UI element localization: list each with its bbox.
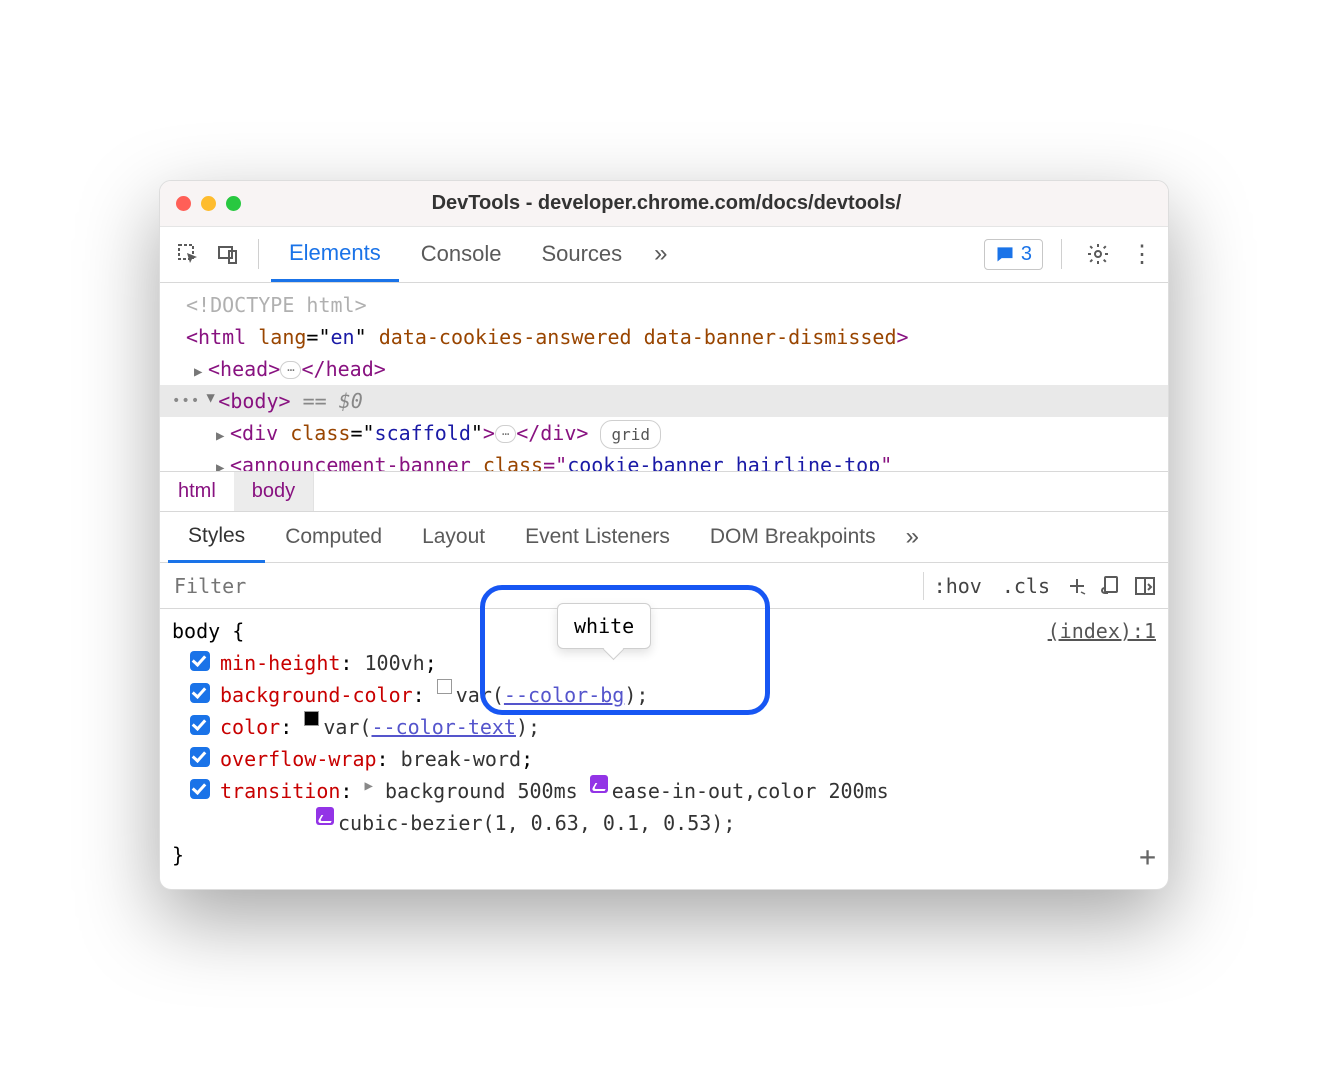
ellipsis-badge[interactable]: ⋯ xyxy=(280,361,301,379)
prop-overflow-wrap[interactable]: overflow-wrap: break-word; xyxy=(172,743,1156,775)
styles-subtabs: Styles Computed Layout Event Listeners D… xyxy=(160,511,1168,563)
gutter-dots-icon[interactable]: ••• xyxy=(172,390,200,412)
collapse-triangle-icon[interactable]: ▶ xyxy=(200,394,222,408)
dom-tree[interactable]: <!DOCTYPE html> <html lang="en" data-coo… xyxy=(160,283,1168,472)
inspect-element-icon[interactable] xyxy=(170,236,206,272)
subtab-dom-breakpoints[interactable]: DOM Breakpoints xyxy=(690,511,896,563)
tab-console[interactable]: Console xyxy=(403,226,520,282)
source-link[interactable]: (index):1 xyxy=(1048,615,1156,647)
selector-text[interactable]: body { xyxy=(172,615,244,647)
prop-min-height[interactable]: min-height: 100vh; xyxy=(172,647,1156,679)
ellipsis-badge[interactable]: ⋯ xyxy=(495,425,516,443)
crumb-html[interactable]: html xyxy=(160,472,234,511)
prop-color[interactable]: color: var(--color-text); xyxy=(172,711,1156,743)
value-tooltip: white xyxy=(557,603,651,649)
filter-input[interactable] xyxy=(160,563,923,608)
new-style-rule-icon[interactable] xyxy=(1060,568,1094,604)
main-toolbar: Elements Console Sources » 3 ⋮ xyxy=(160,227,1168,283)
issues-count: 3 xyxy=(1021,243,1032,266)
rule-close-brace: } xyxy=(172,839,1156,871)
expand-triangle-icon[interactable]: ▶ xyxy=(216,457,230,471)
expand-triangle-icon[interactable]: ▶ xyxy=(194,361,208,383)
prop-transition[interactable]: transition: ▶ background 500ms ease-in-o… xyxy=(172,775,1156,839)
tab-elements[interactable]: Elements xyxy=(271,226,399,282)
toolbar-divider xyxy=(258,239,259,269)
close-window-button[interactable] xyxy=(176,196,191,211)
add-declaration-icon[interactable]: + xyxy=(1139,835,1156,880)
bezier-editor-icon[interactable] xyxy=(316,807,334,825)
grid-badge[interactable]: grid xyxy=(600,420,661,450)
toolbar-divider xyxy=(1061,239,1062,269)
subtab-event-listeners[interactable]: Event Listeners xyxy=(505,511,690,563)
cls-button[interactable]: .cls xyxy=(992,574,1060,598)
more-tabs-icon[interactable]: » xyxy=(644,240,677,268)
css-var-link[interactable]: --color-text xyxy=(371,711,516,743)
tab-sources[interactable]: Sources xyxy=(523,226,640,282)
filter-row: :hov .cls xyxy=(160,563,1168,609)
subtab-computed[interactable]: Computed xyxy=(265,511,402,563)
toggle-checkbox[interactable] xyxy=(190,715,210,735)
devtools-window: DevTools - developer.chrome.com/docs/dev… xyxy=(159,180,1169,891)
subtab-styles[interactable]: Styles xyxy=(168,511,265,563)
crumb-body[interactable]: body xyxy=(234,472,313,511)
styles-pane: body { (index):1 min-height: 100vh; back… xyxy=(160,609,1168,889)
issues-button[interactable]: 3 xyxy=(984,239,1043,270)
more-subtabs-icon[interactable]: » xyxy=(896,523,929,551)
window-title: DevTools - developer.chrome.com/docs/dev… xyxy=(241,192,1092,215)
device-toolbar-icon[interactable] xyxy=(210,236,246,272)
subtab-layout[interactable]: Layout xyxy=(402,511,505,563)
computed-toggle-icon[interactable] xyxy=(1128,568,1162,604)
dom-body-selected[interactable]: ••• ▶ <body> == $0 xyxy=(160,385,1168,417)
dom-div-scaffold[interactable]: ▶<div class="scaffold">⋯</div> grid xyxy=(160,417,1168,450)
kebab-menu-icon[interactable]: ⋮ xyxy=(1126,240,1158,269)
toggle-checkbox[interactable] xyxy=(190,651,210,671)
toggle-checkbox[interactable] xyxy=(190,683,210,703)
dom-truncated-line[interactable]: ▶<announcement-banner class="cookie-bann… xyxy=(160,449,1168,471)
color-swatch-icon[interactable] xyxy=(437,679,452,694)
minimize-window-button[interactable] xyxy=(201,196,216,211)
dom-html-open[interactable]: <html lang="en" data-cookies-answered da… xyxy=(160,321,1168,353)
color-swatch-icon[interactable] xyxy=(304,711,319,726)
zoom-window-button[interactable] xyxy=(226,196,241,211)
css-var-link[interactable]: --color-bg xyxy=(504,679,624,711)
toggle-checkbox[interactable] xyxy=(190,779,210,799)
titlebar: DevTools - developer.chrome.com/docs/dev… xyxy=(160,181,1168,227)
breadcrumb: html body xyxy=(160,471,1168,511)
prop-background-color[interactable]: background-color: var(--color-bg); xyxy=(172,679,1156,711)
dom-head[interactable]: ▶<head>⋯</head> xyxy=(160,353,1168,385)
settings-gear-icon[interactable] xyxy=(1080,236,1116,272)
hov-button[interactable]: :hov xyxy=(924,574,992,598)
bezier-editor-icon[interactable] xyxy=(590,775,608,793)
dom-doctype[interactable]: <!DOCTYPE html> xyxy=(160,289,1168,321)
copy-styles-icon[interactable] xyxy=(1094,568,1128,604)
traffic-lights xyxy=(176,196,241,211)
expand-triangle-icon[interactable]: ▶ xyxy=(216,425,230,447)
toggle-checkbox[interactable] xyxy=(190,747,210,767)
expand-triangle-icon[interactable]: ▶ xyxy=(365,775,373,797)
